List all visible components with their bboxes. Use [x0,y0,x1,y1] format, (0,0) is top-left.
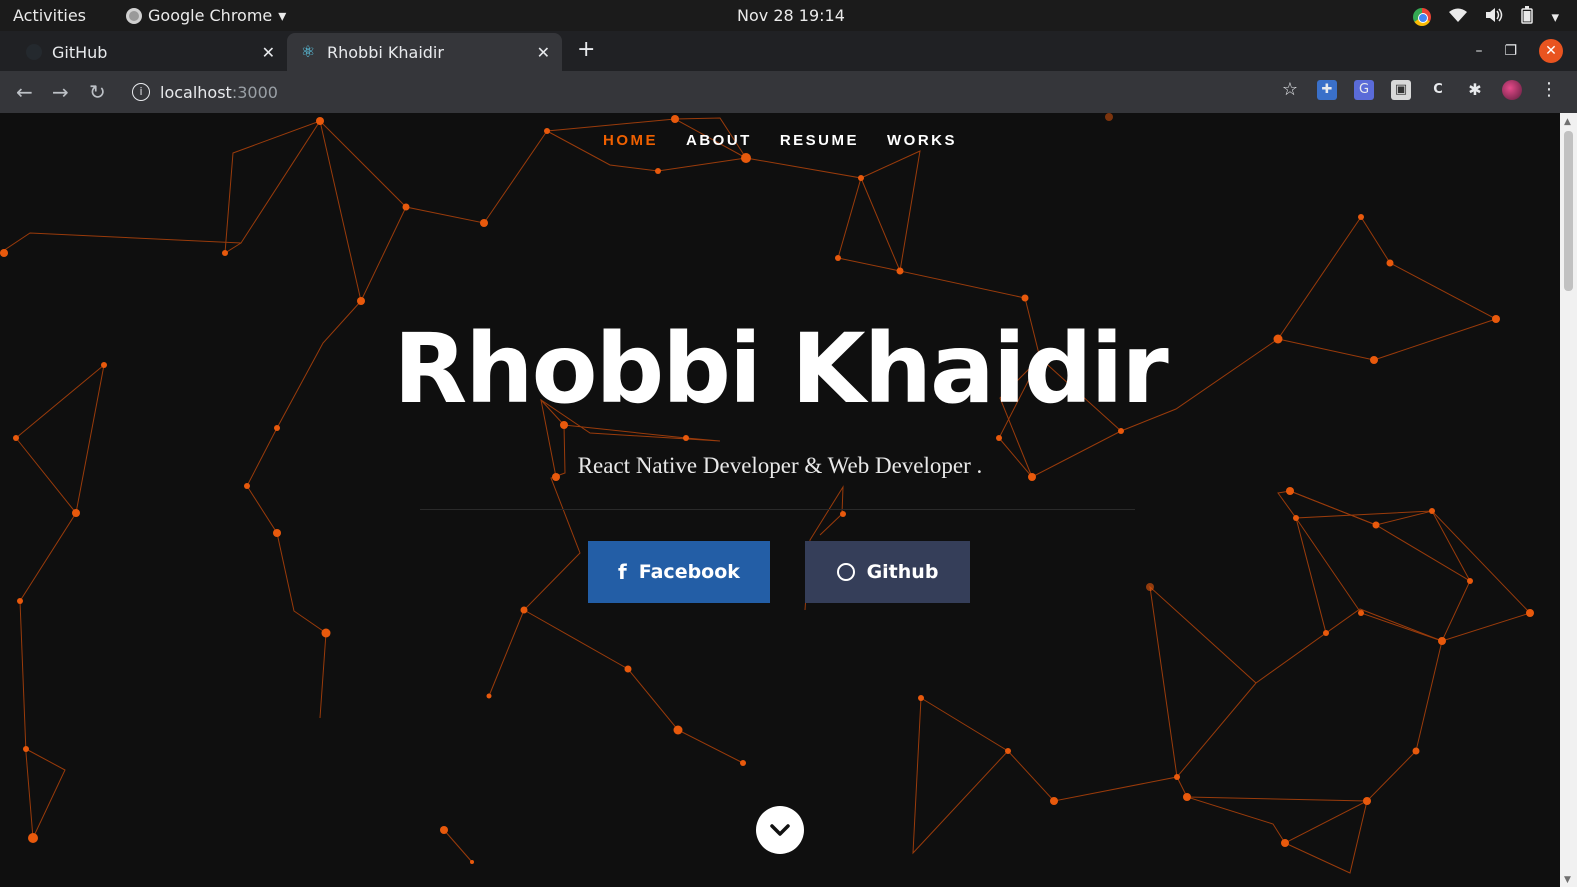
github-button[interactable]: Github [805,541,970,603]
system-top-bar: Activities Google Chrome ▾ Nov 28 19:14 … [0,0,1577,31]
back-icon[interactable]: ← [16,80,33,104]
scroll-down-button[interactable] [756,806,804,854]
page-viewport: HOME ABOUT RESUME WORKS Rhobbi Khaidir R… [0,113,1560,887]
particle-network-background [0,113,1534,874]
nav-item-resume[interactable]: RESUME [780,132,859,149]
url-host: localhost [160,82,232,102]
tab-title: GitHub [52,42,108,62]
scroll-down-arrow-icon[interactable]: ▼ [1564,875,1571,885]
window-controls: – ❐ ✕ [1475,39,1563,63]
chevron-down-icon: ▾ [278,6,287,25]
minimize-icon[interactable]: – [1475,43,1482,59]
bookmark-star-icon[interactable]: ☆ [1280,80,1300,100]
facebook-button-label: Facebook [638,561,740,583]
system-tray[interactable]: ▾ [1413,6,1559,28]
github-button-label: Github [866,561,939,583]
close-window-icon[interactable]: ✕ [1539,39,1563,63]
extension-icon[interactable]: ✚ [1317,80,1337,100]
chrome-icon [126,7,142,24]
app-name: Google Chrome [148,6,273,25]
hero-subtitle: React Native Developer & Web Developer . [577,453,983,478]
profile-avatar[interactable] [1502,80,1522,100]
hero-title: Rhobbi Khaidir [393,313,1168,425]
facebook-button[interactable]: f Facebook [588,541,770,603]
forward-icon[interactable]: → [52,80,69,104]
close-icon[interactable]: ✕ [537,43,550,62]
tab-github[interactable]: GitHub ✕ [12,33,287,71]
divider [420,509,1135,510]
scrollbar-thumb[interactable] [1564,131,1573,291]
nav-item-works[interactable]: WORKS [887,132,957,149]
tab-rhobbi-khaidir[interactable]: ⚛ Rhobbi Khaidir ✕ [287,33,562,71]
volume-icon [1485,7,1503,27]
restore-icon[interactable]: ❐ [1504,43,1517,59]
extensions-bar: ☆ ✚ G ▣ C ✱ ⋮ [1280,80,1559,100]
chevron-down-icon [770,824,790,836]
translate-extension-icon[interactable]: G [1354,80,1374,100]
wifi-icon [1449,8,1468,26]
tab-strip: GitHub ✕ ⚛ Rhobbi Khaidir ✕ + – ❐ ✕ [0,31,1577,71]
puzzle-icon[interactable]: ✱ [1465,80,1485,100]
browser-toolbar: ← → ↻ i localhost:3000 ☆ ✚ G ▣ C ✱ ⋮ [0,71,1577,113]
facebook-icon: f [618,560,627,584]
github-icon [836,563,855,581]
react-favicon-icon: ⚛ [300,42,316,61]
scroll-up-arrow-icon[interactable]: ▲ [1564,117,1571,127]
activities-button[interactable]: Activities [13,6,86,25]
battery-icon [1521,6,1534,28]
extension-icon[interactable]: ▣ [1391,80,1411,100]
nav-item-about[interactable]: ABOUT [686,132,752,149]
app-menu[interactable]: Google Chrome ▾ [126,6,286,25]
info-icon[interactable]: i [132,83,150,101]
github-favicon-icon [26,44,42,60]
url-port: :3000 [231,82,278,102]
close-icon[interactable]: ✕ [262,43,275,62]
more-menu-icon[interactable]: ⋮ [1539,80,1559,100]
clock[interactable]: Nov 28 19:14 [737,6,845,25]
new-tab-button[interactable]: + [577,37,595,62]
reload-icon[interactable]: ↻ [89,80,106,104]
main-nav: HOME ABOUT RESUME WORKS [0,132,1560,149]
address-bar[interactable]: i localhost:3000 [132,77,278,107]
chrome-icon [1413,8,1432,26]
extension-icon[interactable]: C [1428,80,1448,100]
chevron-down-icon: ▾ [1551,8,1559,26]
nav-item-home[interactable]: HOME [603,132,658,149]
tab-title: Rhobbi Khaidir [327,42,444,62]
page-scrollbar[interactable]: ▲ ▼ [1560,113,1577,887]
